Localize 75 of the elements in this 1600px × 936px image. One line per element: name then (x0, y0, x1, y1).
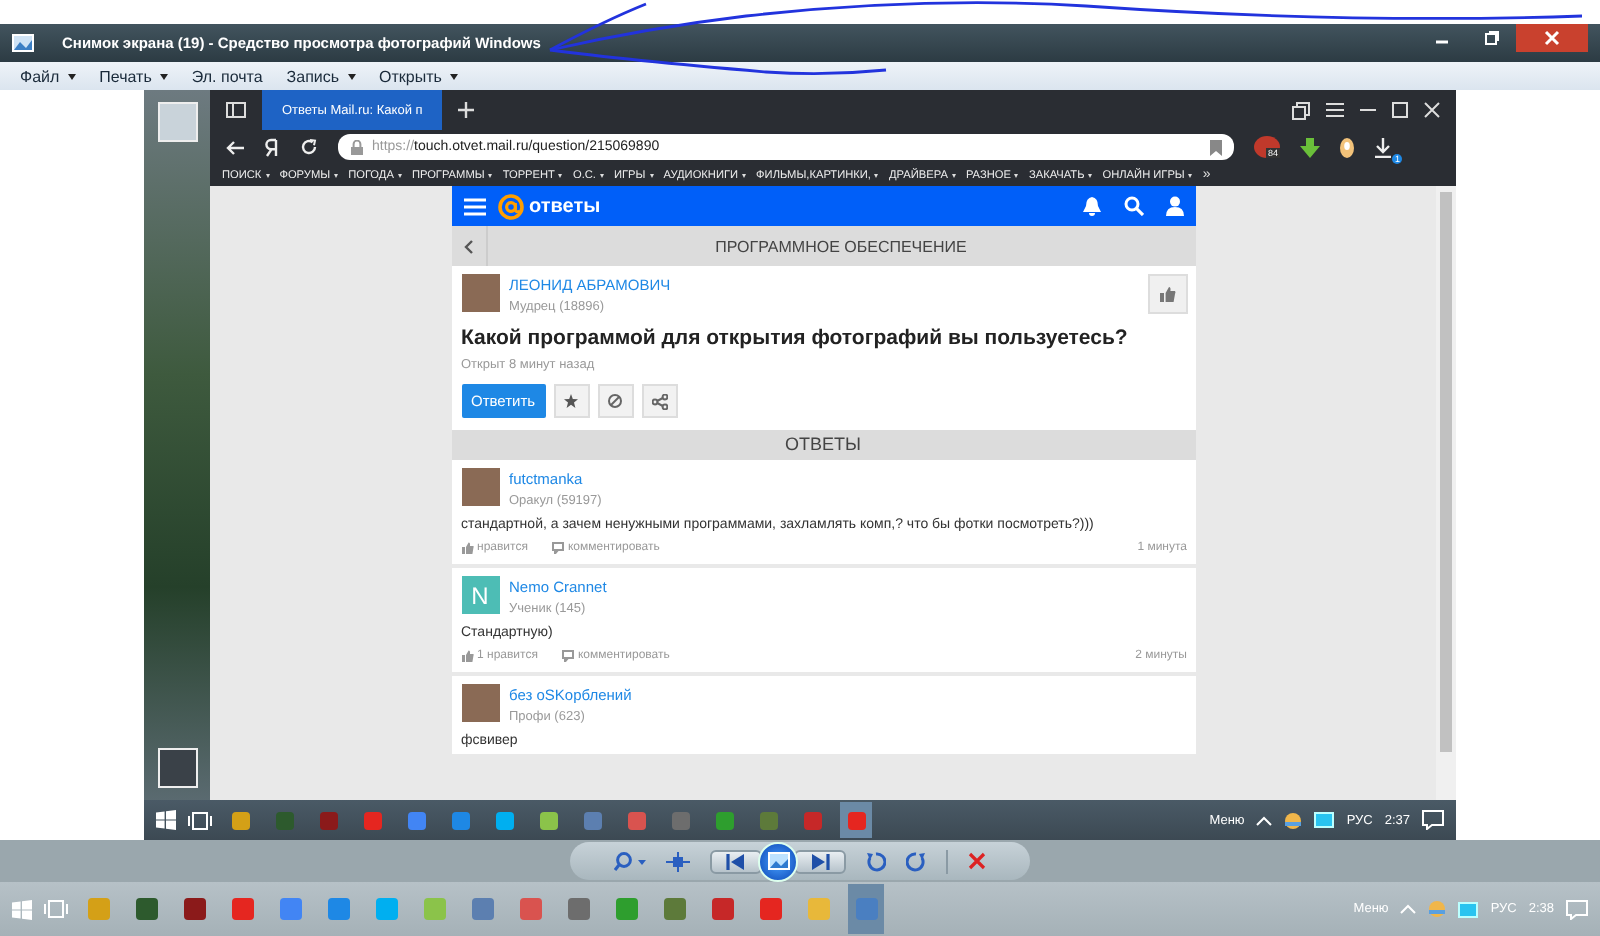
previous-icon (726, 853, 746, 869)
browser-logo-icon[interactable] (264, 137, 280, 157)
maximize-icon[interactable] (1392, 102, 1408, 118)
thumbs-up-icon (461, 650, 473, 662)
next-button[interactable] (794, 849, 846, 873)
delete-button[interactable] (968, 847, 986, 875)
fit-to-window-button[interactable] (666, 847, 690, 875)
rotate-left-button[interactable] (866, 847, 886, 875)
star-icon (564, 394, 579, 408)
chevron-up-icon[interactable] (1256, 815, 1273, 825)
favorite-button[interactable] (553, 384, 590, 418)
speech-bubble-icon (561, 650, 574, 662)
bell-icon[interactable] (1081, 196, 1101, 216)
share-button[interactable] (641, 384, 678, 418)
picture-icon (767, 852, 789, 870)
close-button[interactable] (1516, 24, 1588, 52)
chevron-left-icon (463, 239, 473, 253)
scrollbar-thumb[interactable] (1440, 192, 1452, 752)
close-icon (1544, 30, 1560, 46)
rotate-left-icon (866, 851, 886, 871)
windows-start-icon[interactable] (156, 810, 176, 830)
slideshow-button[interactable] (758, 841, 798, 881)
site-logo[interactable]: ответы (529, 195, 601, 217)
next-icon (810, 853, 830, 869)
rotate-right-icon (906, 851, 926, 871)
category-title: ПРОГРАММНОЕ ОБЕСПЕЧЕНИЕ (713, 237, 969, 255)
like-button[interactable] (1147, 274, 1187, 314)
zoom-button[interactable] (614, 847, 646, 875)
block-icon (608, 394, 623, 408)
menu-item[interactable]: Запись (274, 67, 368, 85)
bookmark-icon[interactable] (1210, 139, 1222, 155)
close-icon[interactable] (1424, 102, 1440, 118)
back-icon[interactable] (226, 139, 244, 155)
rotate-right-button[interactable] (906, 847, 926, 875)
scrollbar[interactable] (1436, 186, 1456, 800)
avatar-photo (461, 684, 499, 722)
zoom-icon (614, 851, 646, 871)
search-icon[interactable] (1123, 196, 1143, 216)
restore-icon (1483, 30, 1499, 46)
menu-item[interactable]: Печать (87, 67, 180, 85)
monitor-icon[interactable] (1314, 812, 1335, 828)
at-sign-logo-icon (497, 193, 523, 219)
user-icon[interactable] (1165, 196, 1183, 216)
avatar-photo (461, 274, 499, 312)
desktop-shortcut-icon[interactable] (157, 748, 197, 788)
menu-item[interactable]: Открыть (367, 67, 470, 85)
fit-icon (666, 851, 690, 871)
menu-item[interactable]: Файл (8, 67, 88, 85)
egg-icon[interactable] (1340, 137, 1354, 157)
thumbs-up-icon (1159, 286, 1175, 302)
section-heading: ОТВЕТЫ (451, 430, 1195, 460)
question-title: Какой программой для открытия фотографий вы пользуетесь? (461, 326, 1130, 350)
notifications-icon[interactable] (1422, 810, 1444, 830)
task-view-icon[interactable] (188, 811, 212, 829)
desktop-shortcut-icon[interactable] (157, 102, 197, 142)
thumbs-up-icon (461, 542, 473, 554)
share-icon (651, 393, 668, 409)
reload-icon[interactable] (300, 138, 318, 156)
lock-icon (350, 139, 364, 155)
block-button[interactable] (597, 384, 634, 418)
download-arrow-icon[interactable] (1300, 137, 1320, 157)
photo-app-icon (12, 34, 34, 52)
download-icon (1374, 137, 1392, 157)
sidebar-toggle-icon[interactable] (226, 102, 246, 118)
menu-icon[interactable] (1326, 102, 1344, 118)
new-tab-icon[interactable] (458, 102, 474, 118)
delete-icon (968, 852, 986, 870)
previous-button[interactable] (710, 849, 762, 873)
weather-icon[interactable] (1284, 811, 1303, 829)
tabs-icon[interactable] (1292, 101, 1310, 119)
speech-bubble-icon (551, 542, 564, 554)
menu-item[interactable]: Эл. почта (179, 67, 275, 85)
avatar-letter: N (461, 576, 499, 614)
windows-start-icon[interactable] (12, 899, 32, 919)
avatar-photo (461, 468, 499, 506)
